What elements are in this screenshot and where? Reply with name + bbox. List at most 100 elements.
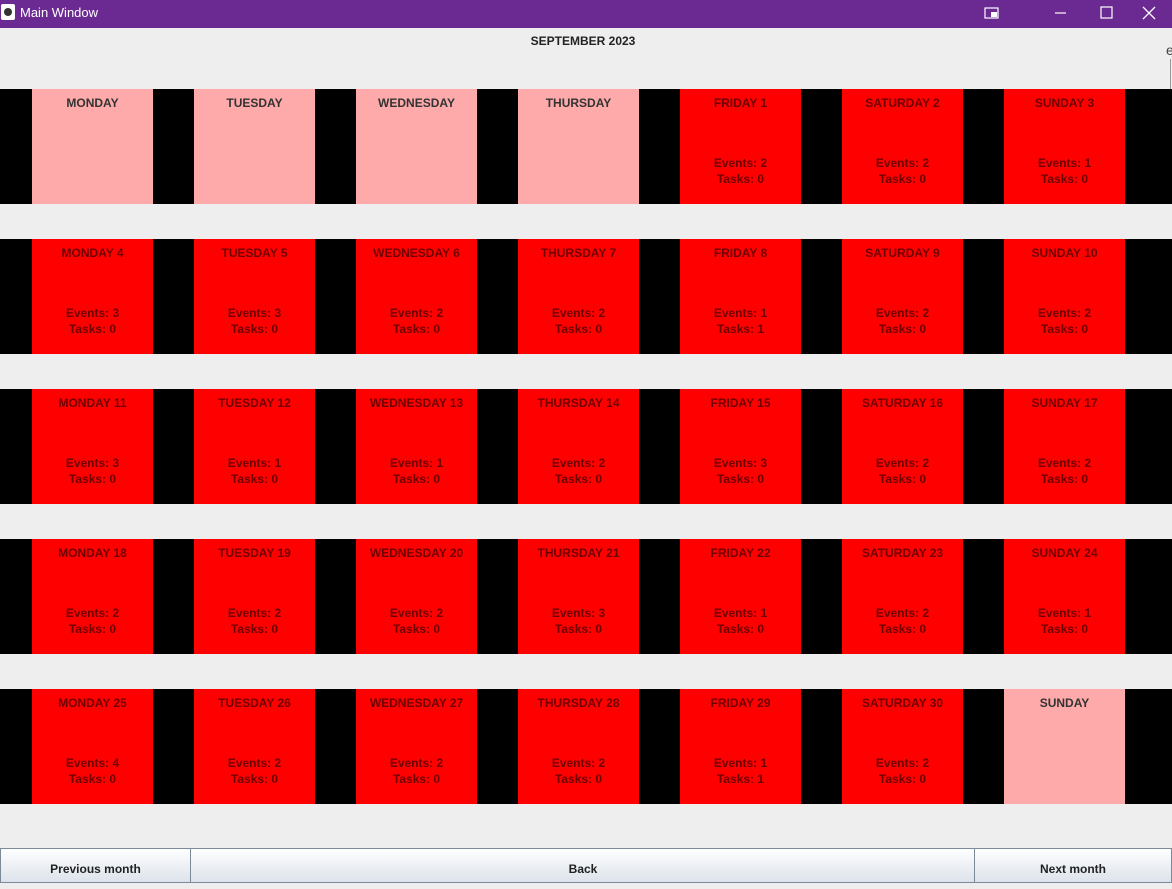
day-cell[interactable]: FRIDAY 1 Events: 2 Tasks: 0	[680, 89, 801, 204]
day-cell[interactable]: THURSDAY 28 Events: 2 Tasks: 0	[518, 689, 639, 804]
events-count: Events: 3	[65, 306, 120, 320]
day-stats: Events: 2 Tasks: 0	[842, 455, 963, 487]
events-count: Events: 2	[551, 306, 606, 320]
empty-day-cell: SUNDAY	[1004, 689, 1125, 804]
events-count: Events: 1	[1037, 156, 1092, 170]
empty-day-cell: TUESDAY	[194, 89, 315, 204]
day-label: WEDNESDAY 6	[373, 246, 460, 260]
day-stats: Events: 2 Tasks: 0	[518, 305, 639, 337]
bottom-nav: Previous month Back Next month	[0, 848, 1172, 883]
day-cell[interactable]: WEDNESDAY 13 Events: 1 Tasks: 0	[356, 389, 477, 504]
week-row: MONDAY TUESDAY WEDNESDAY THURSDAY FRIDAY 1 Ev…	[0, 89, 1172, 204]
day-cell[interactable]: SATURDAY 30 Events: 2 Tasks: 0	[842, 689, 963, 804]
events-count: Events: 2	[227, 606, 282, 620]
day-label: MONDAY 18	[58, 546, 127, 560]
day-stats: Events: 2 Tasks: 0	[194, 605, 315, 637]
day-label: SATURDAY 23	[861, 546, 944, 560]
tasks-count: Tasks: 0	[554, 472, 603, 486]
day-cell[interactable]: MONDAY 4 Events: 3 Tasks: 0	[32, 239, 153, 354]
day-label: TUESDAY	[226, 96, 283, 110]
day-stats: Events: 1 Tasks: 0	[680, 605, 801, 637]
events-count: Events: 2	[551, 756, 606, 770]
tasks-count: Tasks: 0	[392, 322, 441, 336]
day-stats: Events: 1 Tasks: 1	[680, 755, 801, 787]
pip-button[interactable]	[969, 0, 1015, 28]
day-label: WEDNESDAY	[378, 96, 455, 110]
events-count: Events: 2	[551, 456, 606, 470]
day-label: MONDAY 25	[58, 696, 127, 710]
back-button[interactable]: Back	[190, 848, 976, 883]
events-count: Events: 2	[227, 756, 282, 770]
day-stats: Events: 2 Tasks: 0	[842, 605, 963, 637]
day-cell[interactable]: FRIDAY 22 Events: 1 Tasks: 0	[680, 539, 801, 654]
tasks-count: Tasks: 0	[392, 622, 441, 636]
day-label: SATURDAY 9	[865, 246, 940, 260]
day-label: WEDNESDAY 27	[369, 696, 464, 710]
day-cell[interactable]: FRIDAY 29 Events: 1 Tasks: 1	[680, 689, 801, 804]
tasks-count: Tasks: 0	[554, 772, 603, 786]
tasks-count: Tasks: 0	[392, 772, 441, 786]
events-count: Events: 2	[713, 156, 768, 170]
day-cell[interactable]: MONDAY 11 Events: 3 Tasks: 0	[32, 389, 153, 504]
events-count: Events: 2	[65, 606, 120, 620]
window-title: Main Window	[20, 5, 99, 20]
events-count: Events: 1	[713, 306, 768, 320]
day-cell[interactable]: MONDAY 18 Events: 2 Tasks: 0	[32, 539, 153, 654]
day-cell[interactable]: WEDNESDAY 6 Events: 2 Tasks: 0	[356, 239, 477, 354]
day-cell[interactable]: SATURDAY 2 Events: 2 Tasks: 0	[842, 89, 963, 204]
tasks-count: Tasks: 0	[878, 172, 927, 186]
day-stats: Events: 2 Tasks: 0	[32, 605, 153, 637]
events-count: Events: 4	[65, 756, 120, 770]
day-cell[interactable]: SUNDAY 3 Events: 1 Tasks: 0	[1004, 89, 1125, 204]
day-cell[interactable]: SATURDAY 16 Events: 2 Tasks: 0	[842, 389, 963, 504]
day-stats: Events: 2 Tasks: 0	[356, 755, 477, 787]
day-cell[interactable]: TUESDAY 26 Events: 2 Tasks: 0	[194, 689, 315, 804]
day-cell[interactable]: WEDNESDAY 20 Events: 2 Tasks: 0	[356, 539, 477, 654]
day-cell[interactable]: WEDNESDAY 27 Events: 2 Tasks: 0	[356, 689, 477, 804]
tasks-count: Tasks: 0	[230, 772, 279, 786]
tasks-count: Tasks: 0	[554, 322, 603, 336]
day-cell[interactable]: THURSDAY 21 Events: 3 Tasks: 0	[518, 539, 639, 654]
next-month-button[interactable]: Next month	[974, 848, 1172, 883]
events-count: Events: 1	[1037, 606, 1092, 620]
day-cell[interactable]: SUNDAY 10 Events: 2 Tasks: 0	[1004, 239, 1125, 354]
day-label: SUNDAY	[1039, 696, 1090, 710]
day-cell[interactable]: SATURDAY 23 Events: 2 Tasks: 0	[842, 539, 963, 654]
day-cell[interactable]: TUESDAY 12 Events: 1 Tasks: 0	[194, 389, 315, 504]
day-cell[interactable]: FRIDAY 15 Events: 3 Tasks: 0	[680, 389, 801, 504]
tasks-count: Tasks: 0	[878, 322, 927, 336]
minimize-button[interactable]	[1038, 0, 1084, 28]
empty-day-cell: WEDNESDAY	[356, 89, 477, 204]
day-cell[interactable]: THURSDAY 7 Events: 2 Tasks: 0	[518, 239, 639, 354]
day-cell[interactable]: TUESDAY 5 Events: 3 Tasks: 0	[194, 239, 315, 354]
month-title: SEPTEMBER 2023	[530, 34, 636, 48]
day-stats: Events: 2 Tasks: 0	[1004, 455, 1125, 487]
day-label: MONDAY	[66, 96, 119, 110]
tasks-count: Tasks: 1	[716, 322, 765, 336]
previous-month-button[interactable]: Previous month	[0, 848, 191, 883]
events-count: Events: 2	[875, 756, 930, 770]
tasks-count: Tasks: 0	[68, 322, 117, 336]
day-cell[interactable]: THURSDAY 14 Events: 2 Tasks: 0	[518, 389, 639, 504]
tasks-count: Tasks: 0	[1040, 172, 1089, 186]
day-stats: Events: 2 Tasks: 0	[518, 755, 639, 787]
day-label: SATURDAY 30	[861, 696, 944, 710]
day-cell[interactable]: SUNDAY 17 Events: 2 Tasks: 0	[1004, 389, 1125, 504]
day-label: TUESDAY 5	[221, 246, 288, 260]
day-label: SATURDAY 16	[861, 396, 944, 410]
week-row: MONDAY 11 Events: 3 Tasks: 0 TUESDAY 12 Even…	[0, 389, 1172, 504]
day-label: TUESDAY 26	[218, 696, 291, 710]
close-button[interactable]	[1126, 0, 1172, 28]
day-stats: Events: 1 Tasks: 0	[356, 455, 477, 487]
tasks-count: Tasks: 0	[1040, 472, 1089, 486]
tasks-count: Tasks: 0	[878, 622, 927, 636]
day-stats: Events: 1 Tasks: 1	[680, 305, 801, 337]
tasks-count: Tasks: 0	[68, 472, 117, 486]
day-cell[interactable]: FRIDAY 8 Events: 1 Tasks: 1	[680, 239, 801, 354]
day-cell[interactable]: TUESDAY 19 Events: 2 Tasks: 0	[194, 539, 315, 654]
day-cell[interactable]: MONDAY 25 Events: 4 Tasks: 0	[32, 689, 153, 804]
day-cell[interactable]: SATURDAY 9 Events: 2 Tasks: 0	[842, 239, 963, 354]
day-cell[interactable]: SUNDAY 24 Events: 1 Tasks: 0	[1004, 539, 1125, 654]
maximize-button[interactable]	[1083, 0, 1129, 28]
day-label: SATURDAY 2	[865, 96, 940, 110]
